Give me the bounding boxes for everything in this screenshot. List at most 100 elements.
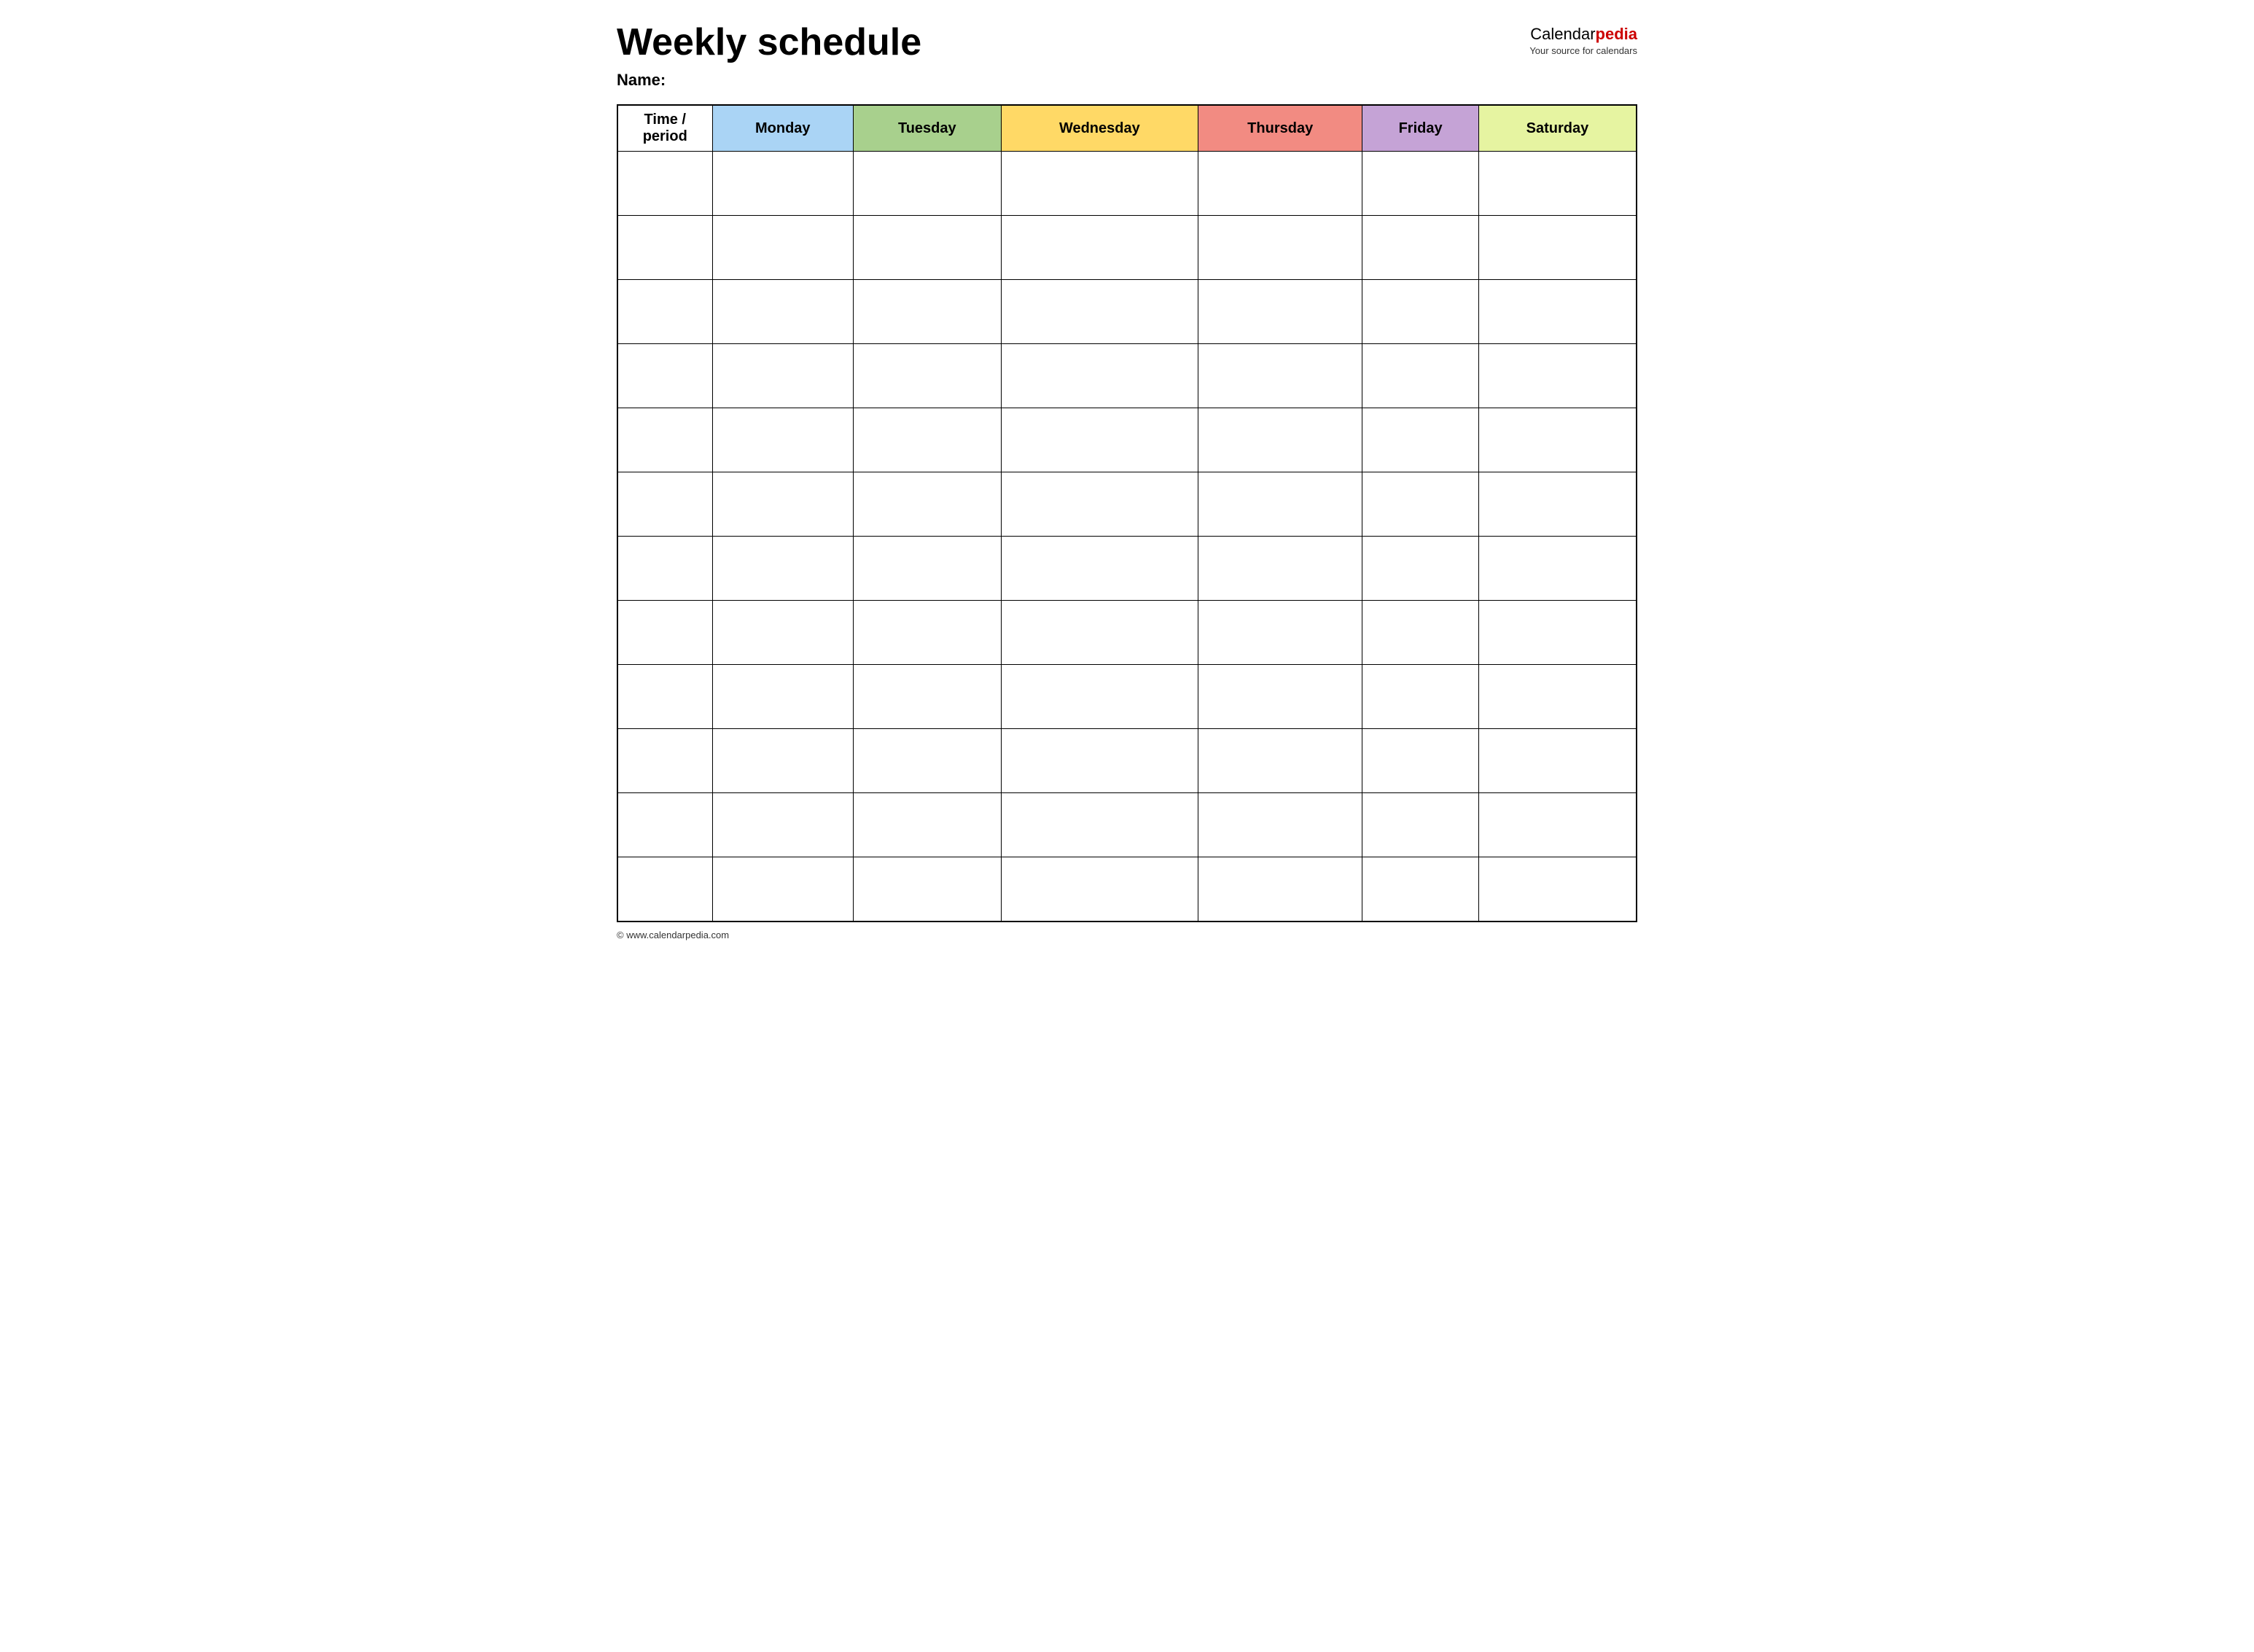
time-cell[interactable] (617, 793, 712, 857)
page-title: Weekly schedule (617, 22, 921, 63)
time-cell[interactable] (617, 537, 712, 601)
footer-text: © www.calendarpedia.com (617, 930, 729, 940)
cell-monday[interactable] (712, 857, 854, 922)
time-cell[interactable] (617, 601, 712, 665)
cell-saturday[interactable] (1478, 152, 1637, 216)
time-cell[interactable] (617, 408, 712, 472)
cell-friday[interactable] (1362, 216, 1479, 280)
cell-tuesday[interactable] (854, 344, 1002, 408)
table-row (617, 344, 1637, 408)
cell-friday[interactable] (1362, 472, 1479, 537)
table-row (617, 472, 1637, 537)
logo-section: Calendarpedia Your source for calendars (1529, 25, 1637, 56)
time-cell[interactable] (617, 216, 712, 280)
cell-friday[interactable] (1362, 152, 1479, 216)
cell-tuesday[interactable] (854, 793, 1002, 857)
cell-tuesday[interactable] (854, 665, 1002, 729)
cell-wednesday[interactable] (1001, 408, 1198, 472)
cell-tuesday[interactable] (854, 216, 1002, 280)
cell-tuesday[interactable] (854, 537, 1002, 601)
cell-monday[interactable] (712, 408, 854, 472)
logo-calendar: Calendar (1530, 25, 1595, 43)
cell-friday[interactable] (1362, 537, 1479, 601)
cell-friday[interactable] (1362, 729, 1479, 793)
cell-monday[interactable] (712, 280, 854, 344)
logo-pedia: pedia (1596, 25, 1637, 43)
cell-saturday[interactable] (1478, 344, 1637, 408)
cell-wednesday[interactable] (1001, 344, 1198, 408)
cell-monday[interactable] (712, 344, 854, 408)
cell-wednesday[interactable] (1001, 280, 1198, 344)
cell-wednesday[interactable] (1001, 472, 1198, 537)
table-row (617, 216, 1637, 280)
cell-saturday[interactable] (1478, 216, 1637, 280)
cell-monday[interactable] (712, 152, 854, 216)
header-row-table: Time / period Monday Tuesday Wednesday T… (617, 105, 1637, 152)
cell-friday[interactable] (1362, 857, 1479, 922)
cell-wednesday[interactable] (1001, 216, 1198, 280)
cell-tuesday[interactable] (854, 729, 1002, 793)
cell-saturday[interactable] (1478, 793, 1637, 857)
cell-saturday[interactable] (1478, 601, 1637, 665)
cell-wednesday[interactable] (1001, 729, 1198, 793)
cell-saturday[interactable] (1478, 857, 1637, 922)
cell-thursday[interactable] (1198, 665, 1362, 729)
cell-thursday[interactable] (1198, 280, 1362, 344)
table-row (617, 665, 1637, 729)
time-cell[interactable] (617, 152, 712, 216)
cell-wednesday[interactable] (1001, 152, 1198, 216)
cell-thursday[interactable] (1198, 472, 1362, 537)
time-cell[interactable] (617, 472, 712, 537)
cell-tuesday[interactable] (854, 857, 1002, 922)
cell-saturday[interactable] (1478, 665, 1637, 729)
cell-thursday[interactable] (1198, 601, 1362, 665)
cell-saturday[interactable] (1478, 472, 1637, 537)
cell-monday[interactable] (712, 601, 854, 665)
cell-thursday[interactable] (1198, 152, 1362, 216)
cell-tuesday[interactable] (854, 601, 1002, 665)
cell-thursday[interactable] (1198, 793, 1362, 857)
cell-monday[interactable] (712, 472, 854, 537)
cell-monday[interactable] (712, 216, 854, 280)
cell-thursday[interactable] (1198, 344, 1362, 408)
cell-friday[interactable] (1362, 793, 1479, 857)
cell-monday[interactable] (712, 665, 854, 729)
cell-thursday[interactable] (1198, 408, 1362, 472)
cell-saturday[interactable] (1478, 280, 1637, 344)
cell-tuesday[interactable] (854, 472, 1002, 537)
cell-tuesday[interactable] (854, 408, 1002, 472)
cell-wednesday[interactable] (1001, 601, 1198, 665)
table-row (617, 537, 1637, 601)
cell-tuesday[interactable] (854, 152, 1002, 216)
cell-wednesday[interactable] (1001, 857, 1198, 922)
cell-thursday[interactable] (1198, 729, 1362, 793)
time-cell[interactable] (617, 857, 712, 922)
cell-tuesday[interactable] (854, 280, 1002, 344)
header-time-period: Time / period (617, 105, 712, 152)
table-row (617, 408, 1637, 472)
cell-wednesday[interactable] (1001, 665, 1198, 729)
cell-friday[interactable] (1362, 665, 1479, 729)
cell-thursday[interactable] (1198, 537, 1362, 601)
header-saturday: Saturday (1478, 105, 1637, 152)
cell-friday[interactable] (1362, 601, 1479, 665)
cell-friday[interactable] (1362, 280, 1479, 344)
cell-monday[interactable] (712, 729, 854, 793)
cell-friday[interactable] (1362, 408, 1479, 472)
cell-wednesday[interactable] (1001, 537, 1198, 601)
cell-saturday[interactable] (1478, 537, 1637, 601)
cell-monday[interactable] (712, 793, 854, 857)
cell-friday[interactable] (1362, 344, 1479, 408)
time-cell[interactable] (617, 665, 712, 729)
time-cell[interactable] (617, 344, 712, 408)
cell-thursday[interactable] (1198, 216, 1362, 280)
time-cell[interactable] (617, 280, 712, 344)
cell-thursday[interactable] (1198, 857, 1362, 922)
cell-saturday[interactable] (1478, 729, 1637, 793)
cell-wednesday[interactable] (1001, 793, 1198, 857)
cell-monday[interactable] (712, 537, 854, 601)
schedule-table: Time / period Monday Tuesday Wednesday T… (617, 104, 1637, 922)
cell-saturday[interactable] (1478, 408, 1637, 472)
time-cell[interactable] (617, 729, 712, 793)
title-section: Weekly schedule Name: (617, 22, 921, 90)
